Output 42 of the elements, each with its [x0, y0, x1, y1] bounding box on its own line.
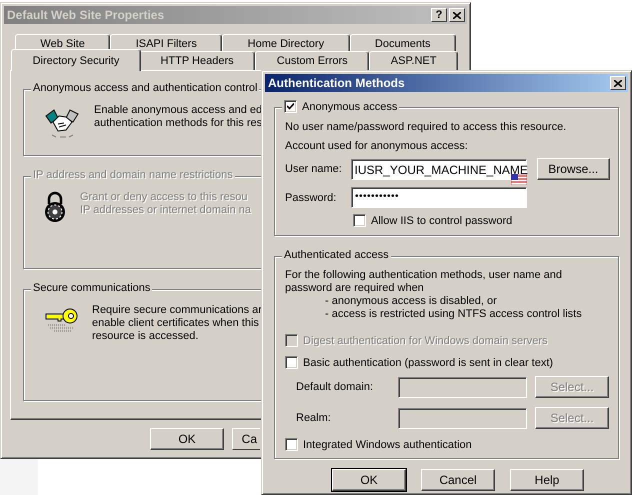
close-icon — [453, 12, 461, 18]
field-label: Realm: — [295, 412, 332, 424]
description: No user name/password required to access this resource. — [285, 121, 568, 133]
description: Grant or deny access to this resou IP addresses or internet domain na — [80, 191, 252, 218]
desktop-background — [0, 458, 38, 495]
condition: - access is restricted using NTFS access control lists — [324, 308, 583, 321]
anonymous-access-checkbox[interactable]: Anonymous access — [284, 100, 398, 113]
caption: Account used for anonymous access: — [285, 140, 469, 152]
help-button[interactable]: ? — [431, 8, 447, 22]
group-title: IP address and domain name restrictions — [33, 169, 233, 182]
tab[interactable]: Directory Security — [11, 49, 141, 71]
checkbox: Digest authentication for Windows domain servers — [285, 334, 610, 347]
window-title: Default Web Site Properties — [7, 8, 166, 22]
description: Require secure communications ar enable client certificates when this resource is accessed. — [92, 304, 262, 343]
padlock-icon — [44, 191, 66, 224]
group-title: Secure communications — [33, 282, 150, 294]
dialog-button[interactable]: OK — [332, 469, 406, 491]
close-button[interactable] — [610, 76, 626, 90]
field-label: Password: — [285, 192, 338, 204]
checkbox[interactable]: Integrated Windows authentication — [285, 438, 610, 451]
checkbox[interactable]: Basic authentication (password is sent in clear text) — [285, 356, 610, 369]
group-title: Anonymous access and authentication control — [33, 82, 258, 94]
description: For the following authentication methods, user name and password are required when — [285, 269, 563, 295]
tab[interactable]: HTTP Headers — [138, 51, 256, 70]
allow-iis-checkbox[interactable]: Allow IIS to control password — [353, 214, 610, 227]
group-title: Authenticated access — [284, 249, 389, 261]
field-label: User name: — [285, 163, 343, 175]
condition: - anonymous access is disabled, or — [324, 295, 498, 308]
window-title: Authentication Methods — [268, 76, 406, 90]
password-field[interactable]: ••••••••••• — [351, 187, 527, 208]
browse-button[interactable]: Browse... — [536, 158, 610, 180]
close-button[interactable] — [449, 8, 465, 22]
check-icon — [287, 103, 294, 110]
dialog-button[interactable]: OK — [150, 428, 224, 450]
field-label: Default domain: — [295, 381, 374, 393]
close-icon — [614, 80, 622, 86]
tab[interactable]: ASP.NET — [369, 51, 458, 70]
tab[interactable]: Custom Errors — [255, 51, 370, 70]
tab[interactable]: Home Directory — [222, 34, 350, 53]
dialog-button[interactable]: Cancel — [421, 469, 495, 491]
dialog-button[interactable]: Help — [510, 469, 584, 491]
dialog-button[interactable]: Ca — [232, 428, 260, 450]
